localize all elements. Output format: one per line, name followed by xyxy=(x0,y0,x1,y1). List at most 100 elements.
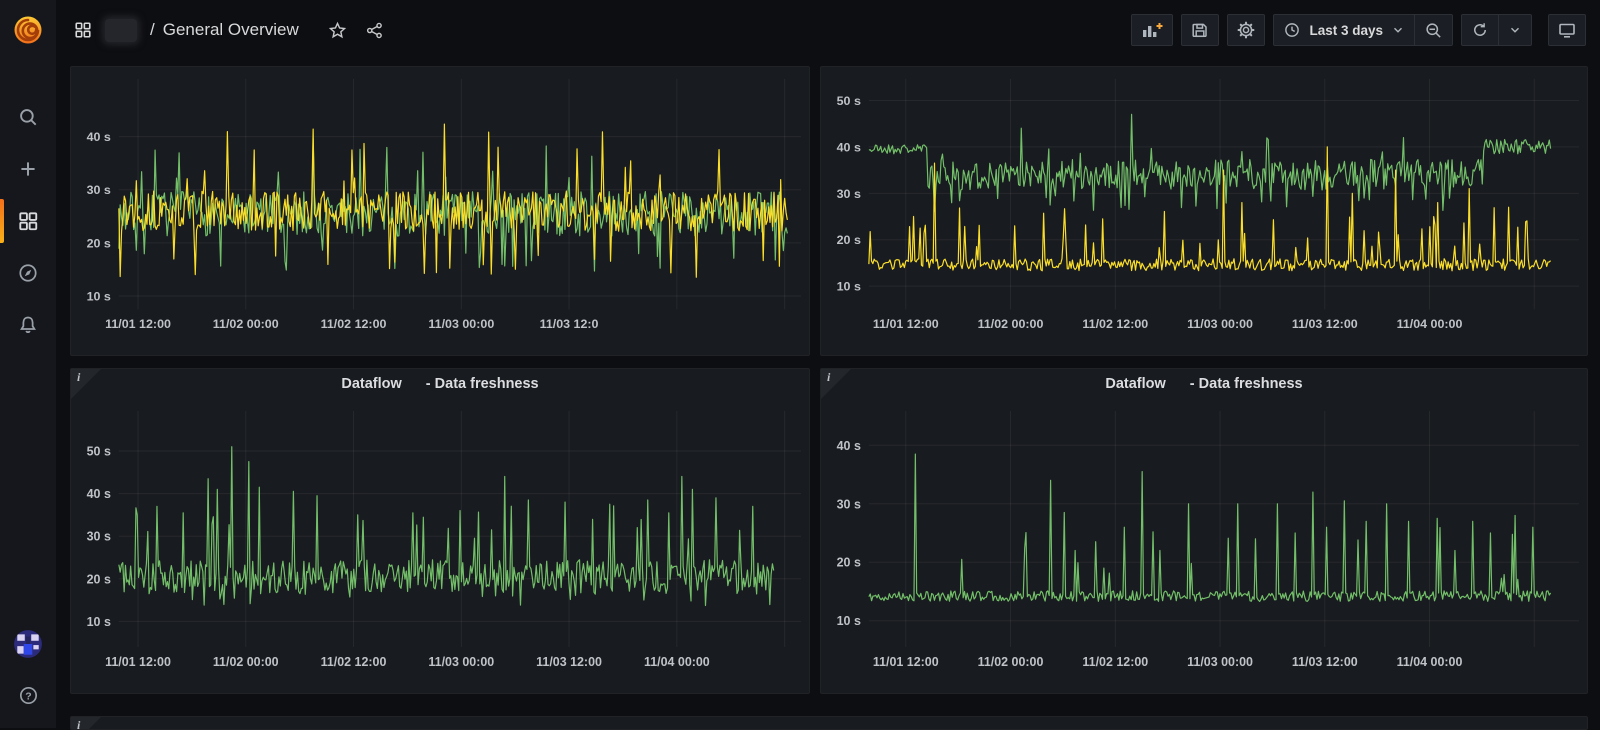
sidebar-item-dashboards[interactable] xyxy=(0,206,56,236)
refresh-icon xyxy=(1471,21,1489,39)
svg-text:10 s: 10 s xyxy=(87,290,111,304)
svg-text:?: ? xyxy=(25,690,31,702)
svg-text:30 s: 30 s xyxy=(87,183,111,197)
gear-icon xyxy=(1236,20,1256,40)
toolbar: Last 3 days xyxy=(1131,14,1586,46)
time-picker-group: Last 3 days xyxy=(1273,14,1453,46)
panel-title[interactable]: Dataflow - Data freshness xyxy=(71,369,809,399)
grafana-logo[interactable] xyxy=(0,0,56,60)
svg-text:10 s: 10 s xyxy=(87,615,111,629)
panel-top-right: 10 s20 s30 s40 s50 s11/01 12:0011/02 00:… xyxy=(820,66,1588,356)
save-dashboard-button[interactable] xyxy=(1181,14,1219,46)
breadcrumb-folder-redacted[interactable] xyxy=(105,19,137,42)
zoom-out-icon xyxy=(1424,21,1443,40)
save-icon xyxy=(1190,20,1210,40)
cycle-view-mode-button[interactable] xyxy=(1548,14,1586,46)
timeseries-chart-bottom-right[interactable]: 10 s20 s30 s40 s11/01 12:0011/02 00:0011… xyxy=(821,399,1587,695)
panel-title-suffix: - Data freshness xyxy=(1190,376,1303,392)
help-icon: ? xyxy=(18,685,39,706)
svg-text:11/01 12:00: 11/01 12:00 xyxy=(873,655,939,669)
share-icon[interactable] xyxy=(365,21,384,40)
sidebar-item-help[interactable]: ? xyxy=(18,685,39,706)
dashboard-grid-icon[interactable] xyxy=(74,21,92,39)
add-panel-button[interactable] xyxy=(1131,14,1173,46)
svg-text:50 s: 50 s xyxy=(87,444,111,458)
svg-text:10 s: 10 s xyxy=(837,614,861,628)
svg-text:11/03 00:00: 11/03 00:00 xyxy=(1187,317,1253,331)
refresh-button[interactable] xyxy=(1462,15,1498,45)
panel-title-prefix: Dataflow xyxy=(341,376,401,392)
zoom-out-button[interactable] xyxy=(1414,15,1452,45)
timeseries-chart-top-right[interactable]: 10 s20 s30 s40 s50 s11/01 12:0011/02 00:… xyxy=(821,67,1587,355)
svg-text:11/02 00:00: 11/02 00:00 xyxy=(978,655,1044,669)
panel-title-prefix: Dataflow xyxy=(1105,376,1165,392)
svg-text:11/01 12:00: 11/01 12:00 xyxy=(873,317,939,331)
breadcrumb-separator: / xyxy=(150,20,155,40)
svg-text:11/01 12:00: 11/01 12:00 xyxy=(105,317,171,331)
sidebar-item-search[interactable] xyxy=(0,102,56,132)
svg-text:40 s: 40 s xyxy=(837,140,861,154)
clock-icon xyxy=(1283,21,1301,39)
svg-text:40 s: 40 s xyxy=(87,487,111,501)
page-title: General Overview xyxy=(163,20,299,40)
sidebar-item-create[interactable] xyxy=(0,154,56,184)
time-picker-button[interactable]: Last 3 days xyxy=(1274,15,1414,45)
breadcrumb-text: / General Overview xyxy=(150,20,299,40)
grafana-dashboard: ? / General Overview xyxy=(0,0,1600,728)
svg-text:20 s: 20 s xyxy=(837,556,861,570)
svg-text:11/03 00:00: 11/03 00:00 xyxy=(428,655,494,669)
svg-text:10 s: 10 s xyxy=(837,280,861,294)
svg-text:11/04 00:00: 11/04 00:00 xyxy=(1397,317,1463,331)
svg-text:11/02 00:00: 11/02 00:00 xyxy=(978,317,1044,331)
sidebar: ? xyxy=(0,0,56,728)
time-range-label: Last 3 days xyxy=(1309,23,1383,38)
panel-bottom-right: i Dataflow - Data freshness 10 s 20 s 30 s… xyxy=(820,368,1588,694)
sidebar-item-alerting[interactable] xyxy=(0,310,56,340)
panel-top-left: 10 s 20 s 30 s 40 s 11/01 12:00 11/02 00:00 11… xyxy=(70,66,810,356)
svg-text:11/03 00:00: 11/03 00:00 xyxy=(1187,655,1253,669)
user-avatar[interactable] xyxy=(13,629,43,659)
svg-text:11/02 12:00: 11/02 12:00 xyxy=(321,655,387,669)
bell-icon xyxy=(17,314,39,336)
svg-text:11/03 00:00: 11/03 00:00 xyxy=(428,317,494,331)
svg-text:11/03 12:00: 11/03 12:00 xyxy=(1292,655,1358,669)
svg-text:11/04 00:00: 11/04 00:00 xyxy=(1397,655,1463,669)
panel-title[interactable]: Dataflow - Data freshness xyxy=(821,369,1587,399)
panel-title-suffix: - Data freshness xyxy=(426,376,539,392)
panel-info-icon[interactable]: i xyxy=(827,370,830,385)
svg-text:11/02 12:00: 11/02 12:00 xyxy=(321,317,387,331)
favorite-star-icon[interactable] xyxy=(328,21,347,40)
svg-text:40 s: 40 s xyxy=(87,130,111,144)
svg-text:11/01 12:00: 11/01 12:00 xyxy=(105,655,171,669)
svg-text:11/02 12:00: 11/02 12:00 xyxy=(1082,317,1148,331)
sidebar-item-explore[interactable] xyxy=(0,258,56,288)
svg-text:11/04 00:00: 11/04 00:00 xyxy=(644,655,710,669)
panel-info-icon[interactable]: i xyxy=(77,718,80,730)
breadcrumb: / General Overview xyxy=(74,19,384,42)
search-icon xyxy=(17,106,39,128)
svg-text:11/03 12:00: 11/03 12:00 xyxy=(536,655,602,669)
panel-info-corner xyxy=(821,369,851,399)
svg-text:11/03 12:00: 11/03 12:00 xyxy=(1292,317,1358,331)
svg-text:20 s: 20 s xyxy=(87,236,111,250)
tv-monitor-icon xyxy=(1557,20,1577,40)
svg-text:30 s: 30 s xyxy=(837,497,861,511)
panel-bottom-left: i Dataflow - Data freshness 10 s20 s30 s… xyxy=(70,368,810,694)
timeseries-chart-bottom-left[interactable]: 10 s20 s30 s40 s50 s11/01 12:0011/02 00:… xyxy=(71,399,809,695)
svg-text:20 s: 20 s xyxy=(87,572,111,586)
chevron-down-icon xyxy=(1508,23,1522,37)
sidebar-bottom: ? xyxy=(13,629,43,728)
compass-icon xyxy=(17,262,39,284)
svg-text:11/02 00:00: 11/02 00:00 xyxy=(213,655,279,669)
user-avatar-icon xyxy=(13,629,43,659)
svg-text:50 s: 50 s xyxy=(837,94,861,108)
add-panel-icon xyxy=(1140,20,1164,40)
grafana-logo-icon xyxy=(11,13,45,47)
refresh-interval-button[interactable] xyxy=(1498,15,1531,45)
timeseries-chart-top-left[interactable]: 10 s 20 s 30 s 40 s 11/01 12:00 11/02 00:00 11… xyxy=(71,67,809,355)
panel-info-icon[interactable]: i xyxy=(77,370,80,385)
dashboard-settings-button[interactable] xyxy=(1227,14,1265,46)
svg-text:11/02 00:00: 11/02 00:00 xyxy=(213,317,279,331)
breadcrumb-actions xyxy=(328,21,384,40)
panel-info-corner xyxy=(71,717,101,730)
